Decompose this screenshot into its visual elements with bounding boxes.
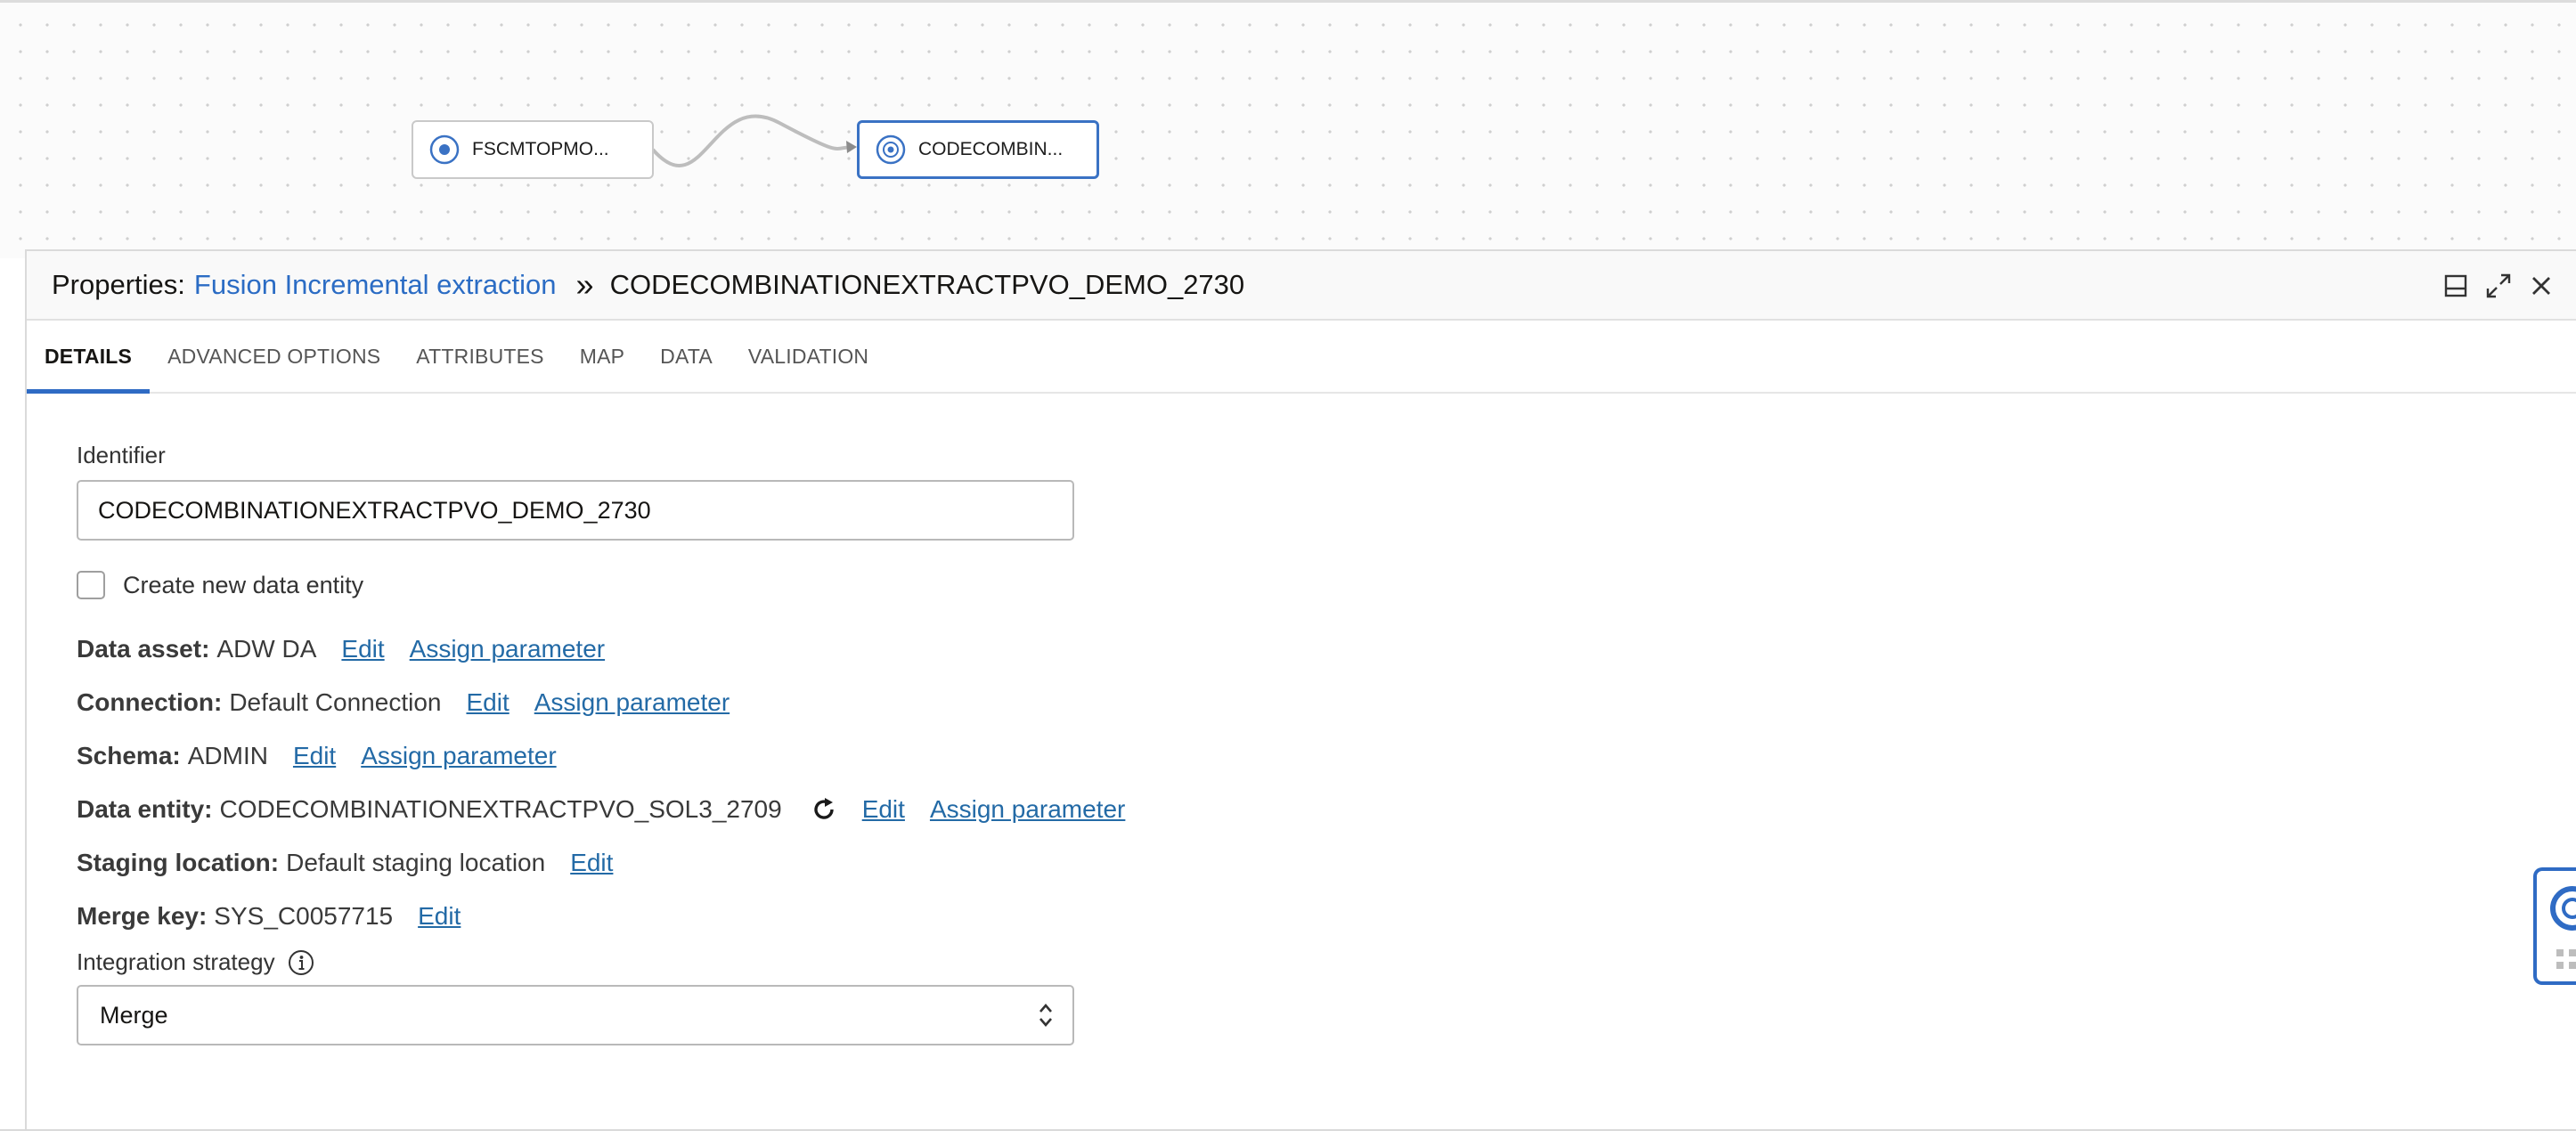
identifier-input[interactable] <box>77 480 1074 541</box>
source-node-icon <box>429 134 460 165</box>
panel-prefix: Properties: <box>52 269 185 300</box>
connection-value: Default Connection <box>229 688 442 716</box>
source-node-label: FSCMTOPMO... <box>472 139 609 159</box>
data-entity-assign-link[interactable]: Assign parameter <box>930 795 1125 824</box>
tab-attributes[interactable]: ATTRIBUTES <box>398 321 561 392</box>
connection-row: Connection: Default Connection Edit Assi… <box>77 676 1235 729</box>
panel-header: Properties: Fusion Incremental extractio… <box>27 251 2576 321</box>
merge-key-row: Merge key: SYS_C0057715 Edit <box>77 890 1235 943</box>
merge-key-edit-link[interactable]: Edit <box>418 902 461 931</box>
staging-location-value: Default staging location <box>286 849 546 876</box>
expand-icon <box>2486 273 2511 298</box>
restore-panel-icon <box>2444 274 2467 297</box>
data-entity-row: Data entity: CODECOMBINATIONEXTRACTPVO_S… <box>77 783 1235 836</box>
create-entity-label: Create new data entity <box>123 571 364 598</box>
target-node[interactable]: CODECOMBIN... <box>857 120 1099 179</box>
schema-value: ADMIN <box>187 742 268 769</box>
data-asset-value: ADW DA <box>216 635 317 663</box>
help-lifebuoy-icon <box>2550 886 2576 969</box>
tab-map[interactable]: MAP <box>562 321 642 392</box>
help-widget[interactable] <box>2533 867 2576 985</box>
staging-location-row: Staging location: Default staging locati… <box>77 836 1235 890</box>
bottom-border <box>0 1129 2576 1147</box>
connection-key: Connection: <box>77 688 223 716</box>
merge-key-key: Merge key: <box>77 902 208 930</box>
integration-strategy-value: Merge <box>100 1001 168 1029</box>
properties-panel: Properties: Fusion Incremental extractio… <box>25 249 2576 1131</box>
panel-tools <box>2441 271 2556 301</box>
expand-panel-button[interactable] <box>2483 271 2514 301</box>
integration-strategy-select[interactable]: Merge <box>77 985 1074 1045</box>
connection-assign-link[interactable]: Assign parameter <box>534 688 730 717</box>
flow-breadcrumb-link[interactable]: Fusion Incremental extraction <box>194 269 557 301</box>
data-asset-key: Data asset: <box>77 635 210 663</box>
data-entity-key: Data entity: <box>77 795 213 823</box>
connection-edit-link[interactable]: Edit <box>466 688 509 717</box>
identifier-label: Identifier <box>77 442 166 468</box>
tab-advanced-options[interactable]: ADVANCED OPTIONS <box>150 321 398 392</box>
restore-panel-button[interactable] <box>2441 271 2471 301</box>
schema-edit-link[interactable]: Edit <box>293 742 336 770</box>
integration-strategy-label-row: Integration strategy <box>77 948 1235 976</box>
tab-validation[interactable]: VALIDATION <box>730 321 886 392</box>
schema-key: Schema: <box>77 742 181 769</box>
create-entity-checkbox[interactable] <box>77 571 105 599</box>
schema-assign-link[interactable]: Assign parameter <box>361 742 556 770</box>
chevron-updown-icon <box>1039 1004 1052 1027</box>
merge-key-value: SYS_C0057715 <box>214 902 394 930</box>
data-entity-value: CODECOMBINATIONEXTRACTPVO_SOL3_2709 <box>219 795 782 823</box>
close-panel-button[interactable] <box>2526 271 2556 301</box>
refresh-icon[interactable] <box>811 796 837 823</box>
source-node[interactable]: FSCMTOPMO... <box>412 120 654 179</box>
staging-location-edit-link[interactable]: Edit <box>570 849 613 877</box>
breadcrumb-separator: » <box>575 266 594 303</box>
target-node-icon <box>876 134 906 165</box>
diagram-canvas[interactable]: FSCMTOPMO... CODECOMBIN... <box>0 0 2576 258</box>
schema-row: Schema: ADMIN Edit Assign parameter <box>77 729 1235 783</box>
tab-data[interactable]: DATA <box>642 321 730 392</box>
create-entity-row: Create new data entity <box>77 571 1235 599</box>
staging-location-key: Staging location: <box>77 849 280 876</box>
target-node-label: CODECOMBIN... <box>918 139 1064 159</box>
integration-strategy-label: Integration strategy <box>77 948 275 975</box>
tab-details[interactable]: DETAILS <box>27 321 151 394</box>
panel-title: CODECOMBINATIONEXTRACTPVO_DEMO_2730 <box>609 269 1245 300</box>
info-icon[interactable] <box>288 949 314 976</box>
data-asset-assign-link[interactable]: Assign parameter <box>410 635 605 663</box>
details-form: Identifier Create new data entity Data a… <box>77 442 1235 1045</box>
data-asset-edit-link[interactable]: Edit <box>341 635 384 663</box>
properties-tabs: DETAILS ADVANCED OPTIONS ATTRIBUTES MAP … <box>27 321 2576 394</box>
close-icon <box>2532 277 2550 295</box>
data-asset-row: Data asset: ADW DA Edit Assign parameter <box>77 622 1235 676</box>
data-entity-edit-link[interactable]: Edit <box>862 795 905 824</box>
